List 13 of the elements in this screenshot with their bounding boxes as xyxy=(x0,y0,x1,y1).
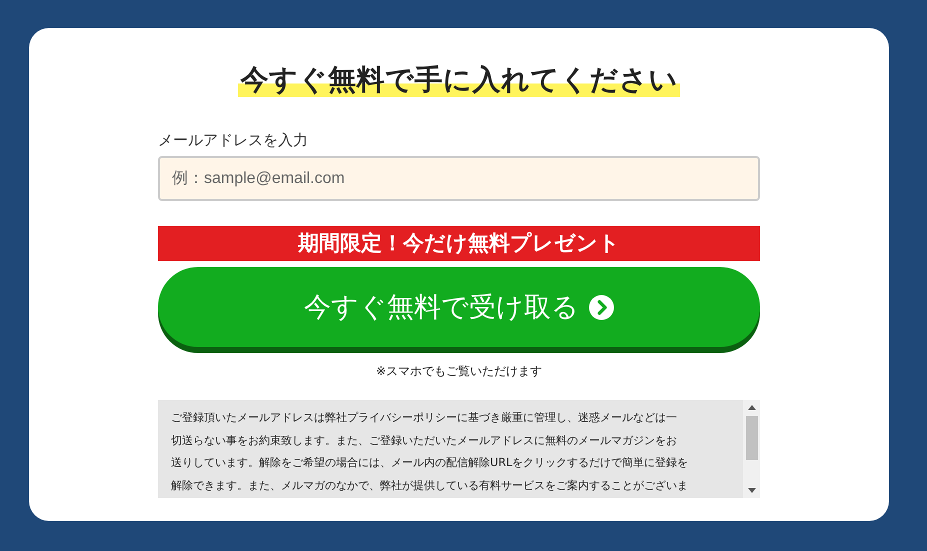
terms-text: 切送らない事をお約束致します。また、ご登録いただいたメールアドレスに無料のメールマガジンをお xyxy=(171,432,677,448)
promo-banner: 期間限定！今だけ無料プレゼント xyxy=(158,226,760,261)
scroll-up-icon[interactable] xyxy=(748,405,756,410)
note-text: ※スマホでもご覧いただけます xyxy=(376,363,542,380)
email-field[interactable]: 例：sample@email.com xyxy=(158,156,760,201)
field-label: メールアドレスを入力 xyxy=(158,130,308,150)
terms-text: 解除できます。また、メルマガのなかで、弊社が提供している有料サービスをご案内することがございま xyxy=(171,478,688,494)
terms-text: 送りしています。解除をご希望の場合には、メール内の配信解除URLをクリックするだけで簡単に登録を xyxy=(171,455,688,471)
terms-box[interactable]: ご登録頂いたメールアドレスは弊社プライバシーポリシーに基づき厳重に管理し、迷惑メールなどは一 切送らない事をお約束致します。また、ご登録いただいたメールアドレスに無料のメールマガジンをお 送りしています。解除をご希望の場合には、メール内の配信解除URLをクリックするだけで簡単に登録を 解除できます。また、メルマガのなかで、弊社が提供している有料サービスをご案内することがございま xyxy=(158,400,760,498)
terms-text: ご登録頂いたメールアドレスは弊社プライバシーポリシーに基づき厳重に管理し、迷惑メールなどは一 xyxy=(171,410,677,426)
scroll-down-icon[interactable] xyxy=(748,488,756,493)
scrollbar-thumb[interactable] xyxy=(746,416,758,460)
chevron-right-icon xyxy=(589,294,614,320)
